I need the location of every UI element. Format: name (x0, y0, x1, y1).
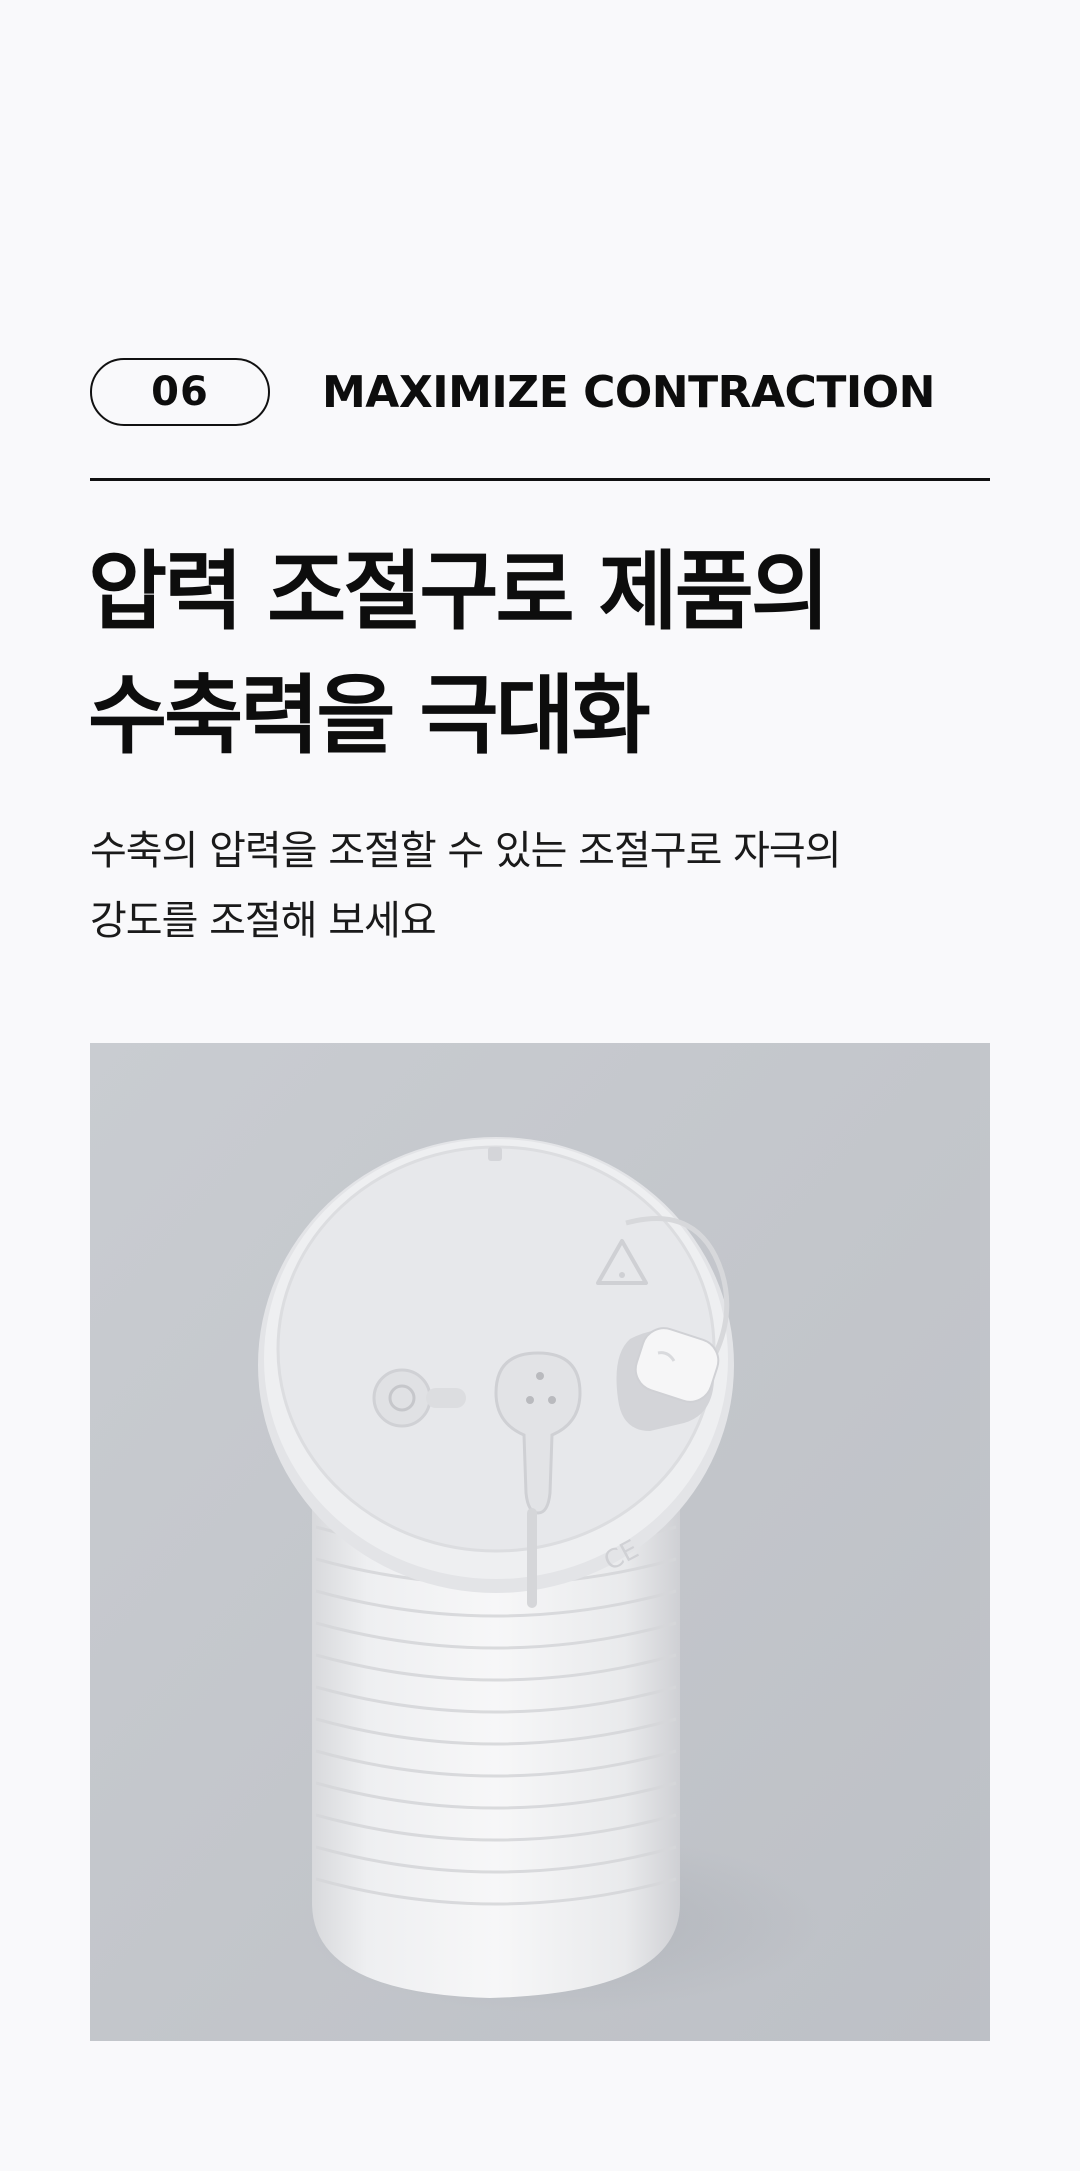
product-photo-icon: CE (90, 1043, 990, 2041)
headline: 압력 조절구로 제품의 수축력을 극대화 (88, 530, 1008, 778)
product-photo: CE (90, 1043, 990, 2041)
description: 수축의 압력을 조절할 수 있는 조절구로 자극의 강도를 조절해 보세요 (90, 816, 1010, 956)
headline-line-1: 압력 조절구로 제품의 (88, 542, 830, 642)
description-line-1: 수축의 압력을 조절할 수 있는 조절구로 자극의 (90, 828, 842, 874)
headline-line-2: 수축력을 극대화 (88, 666, 651, 766)
divider (90, 478, 990, 481)
description-line-2: 강도를 조절해 보세요 (90, 898, 437, 944)
section-header: 06 MAXIMIZE CONTRACTION (90, 356, 990, 428)
section-number-badge: 06 (90, 358, 270, 426)
section-title: MAXIMIZE CONTRACTION (322, 366, 935, 418)
